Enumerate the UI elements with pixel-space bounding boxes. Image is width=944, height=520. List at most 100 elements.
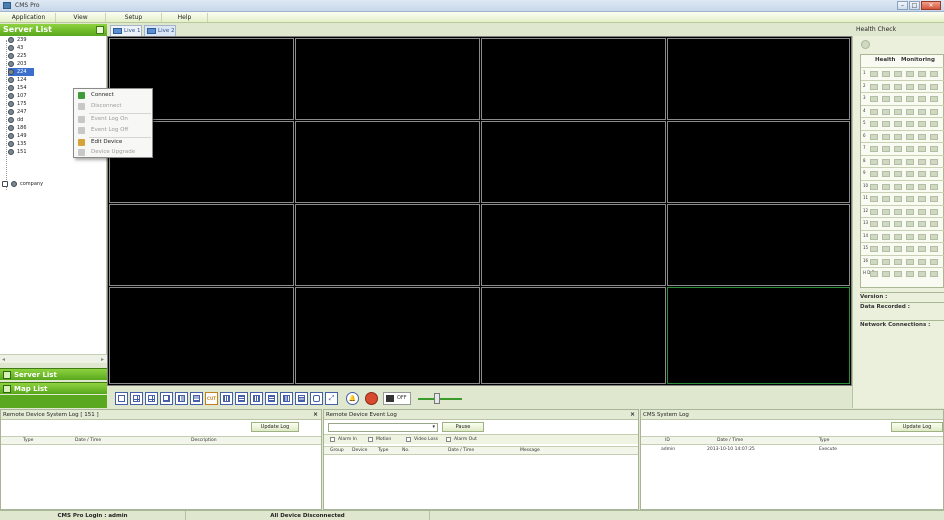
tree-item-135[interactable]: 135 <box>8 140 27 148</box>
menu-view[interactable]: View <box>56 13 106 22</box>
tree-item-175[interactable]: 175 <box>8 100 27 108</box>
close-icon[interactable]: × <box>630 410 635 420</box>
tree-horizontal-scrollbar[interactable]: ◂ ▸ <box>0 354 107 363</box>
alarm-icon[interactable]: 🔔 <box>346 392 359 405</box>
layout-10-icon[interactable] <box>190 392 203 405</box>
nav-server-list-button[interactable]: Server List <box>0 368 107 380</box>
volume-thumb[interactable] <box>434 393 440 404</box>
nav-map-list-button[interactable]: Map List <box>0 382 107 394</box>
video-channel-11[interactable] <box>481 204 666 286</box>
sequence-icon[interactable] <box>310 392 323 405</box>
layout-64-icon[interactable] <box>295 392 308 405</box>
video-channel-6[interactable] <box>295 121 480 203</box>
maximize-button[interactable]: □ <box>909 1 920 10</box>
tree-item-203[interactable]: 203 <box>8 60 27 68</box>
audio-toggle-button[interactable]: OFF <box>383 392 411 405</box>
tab-live-1[interactable]: Live 1 <box>110 25 142 36</box>
column-datetime[interactable]: Date / Time <box>717 438 743 443</box>
video-channel-14[interactable] <box>295 287 480 384</box>
video-channel-4[interactable] <box>667 38 850 120</box>
column-no[interactable]: No. <box>402 448 409 453</box>
menu-setup[interactable]: Setup <box>106 13 162 22</box>
column-datetime[interactable]: Date / Time <box>448 448 474 453</box>
video-channel-10[interactable] <box>295 204 480 286</box>
column-type[interactable]: Type <box>819 438 829 443</box>
close-button[interactable]: ✕ <box>921 1 941 10</box>
tab-live-2[interactable]: Live 2 <box>144 25 176 36</box>
fullscreen-icon[interactable]: ⤢ <box>325 392 338 405</box>
menu-application[interactable]: Application <box>2 13 56 22</box>
layout-4-icon[interactable] <box>130 392 143 405</box>
video-channel-12[interactable] <box>667 204 850 286</box>
column-type[interactable]: Type <box>378 448 388 453</box>
tree-item-124[interactable]: 124 <box>8 76 27 84</box>
context-disconnect-item[interactable]: Disconnect <box>74 101 152 112</box>
tree-item-225[interactable]: 225 <box>8 52 27 60</box>
layout-8-icon[interactable] <box>160 392 173 405</box>
layout-1-icon[interactable] <box>115 392 128 405</box>
column-description[interactable]: Description <box>191 438 217 443</box>
column-datetime[interactable]: Date / Time <box>75 438 101 443</box>
video-channel-16[interactable] <box>667 287 850 384</box>
layout-glyph <box>118 395 125 402</box>
tree-item-186[interactable]: 186 <box>8 124 27 132</box>
record-icon[interactable] <box>365 392 378 405</box>
layout-13-icon[interactable] <box>220 392 233 405</box>
minimize-button[interactable]: – <box>897 1 908 10</box>
column-group[interactable]: Group <box>330 448 344 453</box>
refresh-icon[interactable] <box>861 40 870 49</box>
server-tree[interactable]: 239 43 225 203 224 124 154 107 175 247 d… <box>0 36 107 354</box>
table-row[interactable]: admin 2013-10-10 14:07:25 Execute <box>641 446 943 454</box>
layout-custom-icon[interactable]: CUT <box>205 392 218 405</box>
video-channel-7[interactable] <box>481 121 666 203</box>
alarm-in-checkbox[interactable] <box>330 437 335 442</box>
video-channel-15[interactable] <box>481 287 666 384</box>
column-id[interactable]: ID <box>665 438 670 443</box>
tree-item-107[interactable]: 107 <box>8 92 27 100</box>
status-indicator-icon <box>918 196 926 202</box>
layout-20-icon[interactable] <box>250 392 263 405</box>
video-channel-3[interactable] <box>481 38 666 120</box>
layout-9-icon[interactable] <box>175 392 188 405</box>
video-channel-9[interactable] <box>109 204 294 286</box>
expand-icon[interactable] <box>2 180 8 187</box>
pause-button[interactable]: Pause <box>442 422 484 432</box>
layout-16-icon[interactable] <box>235 392 248 405</box>
context-event-log-on-item[interactable]: Event Log On <box>74 114 152 125</box>
context-event-log-off-item[interactable]: Event Log Off <box>74 125 152 136</box>
video-channel-8[interactable] <box>667 121 850 203</box>
motion-checkbox[interactable] <box>368 437 373 442</box>
cms-update-log-button[interactable]: Update Log <box>891 422 943 432</box>
layout-36-icon[interactable] <box>280 392 293 405</box>
event-filter-bar: Alarm In Motion Video Loss Alarm Out <box>324 434 638 444</box>
video-channel-13[interactable] <box>109 287 294 384</box>
column-message[interactable]: Message <box>520 448 540 453</box>
alarm-out-checkbox[interactable] <box>446 437 451 442</box>
layout-6-icon[interactable] <box>145 392 158 405</box>
tree-item-43[interactable]: 43 <box>8 44 23 52</box>
tree-item-247[interactable]: 247 <box>8 108 27 116</box>
column-device[interactable]: Device <box>352 448 367 453</box>
volume-slider[interactable] <box>418 392 462 405</box>
menu-help[interactable]: Help <box>162 13 208 22</box>
scroll-right-icon[interactable]: ▸ <box>101 356 104 363</box>
scroll-left-icon[interactable]: ◂ <box>2 356 5 363</box>
context-device-upgrade-item[interactable]: Device Upgrade <box>74 147 152 158</box>
tree-item-224[interactable]: 224 <box>8 68 34 76</box>
close-icon[interactable]: × <box>313 410 318 420</box>
video-loss-checkbox[interactable] <box>406 437 411 442</box>
tree-item-154[interactable]: 154 <box>8 84 27 92</box>
video-channel-2[interactable] <box>295 38 480 120</box>
nav-server-list-label: Server List <box>14 371 57 379</box>
event-filter-select[interactable]: ▾ <box>328 423 438 432</box>
tree-item-239[interactable]: 239 <box>8 36 27 44</box>
tree-item-149[interactable]: 149 <box>8 132 27 140</box>
layout-25-icon[interactable] <box>265 392 278 405</box>
tree-item-151[interactable]: 151 <box>8 148 27 156</box>
update-log-button[interactable]: Update Log <box>251 422 299 432</box>
tree-item-company[interactable]: company <box>2 180 43 188</box>
pin-icon[interactable] <box>96 26 104 34</box>
tree-item-dd[interactable]: dd <box>8 116 23 124</box>
column-type[interactable]: Type <box>23 438 33 443</box>
context-connect-item[interactable]: Connect <box>74 90 152 101</box>
